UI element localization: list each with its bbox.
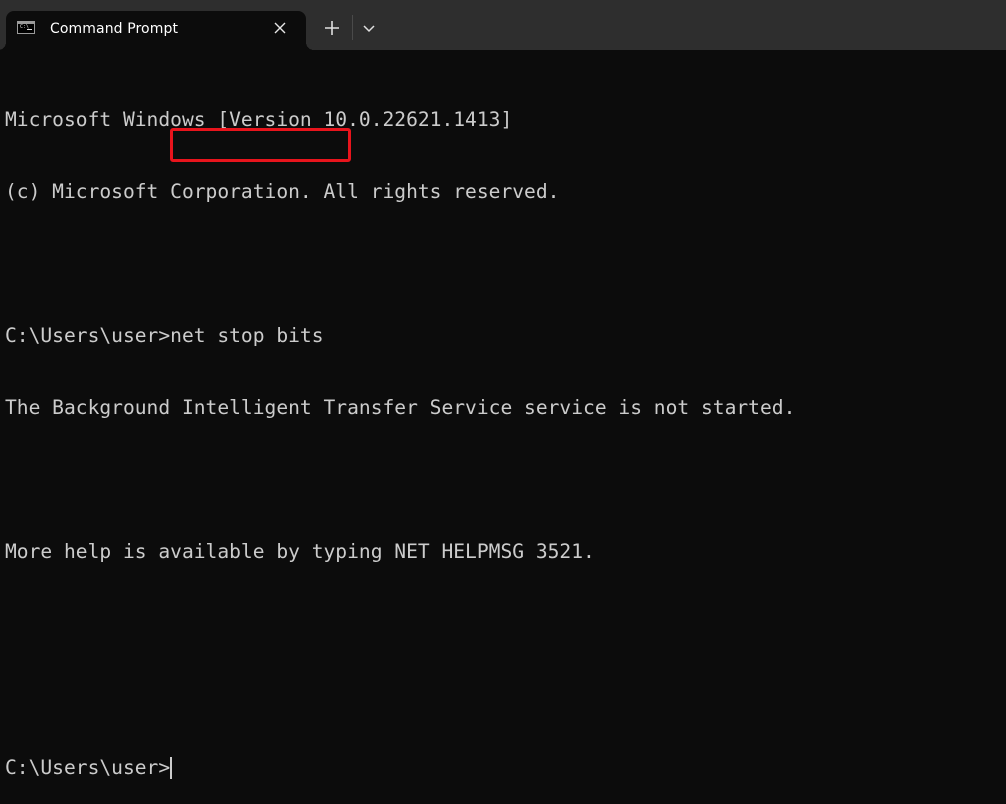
terminal-line: (c) Microsoft Corporation. All rights re… <box>5 180 560 203</box>
prompt: C:\Users\user> <box>5 324 171 347</box>
title-bar: C:\ Command Prompt <box>0 0 1006 50</box>
chevron-down-icon <box>363 25 375 33</box>
prompt: C:\Users\user> <box>5 756 171 779</box>
input-line[interactable]: C:\Users\user> <box>5 756 1006 780</box>
command-line: C:\Users\user>net stop bits <box>5 324 1006 348</box>
tab-command-prompt[interactable]: C:\ Command Prompt <box>0 11 314 50</box>
close-icon <box>274 22 286 34</box>
divider <box>352 15 353 40</box>
tab-dropdown-button[interactable] <box>360 20 378 36</box>
plus-icon <box>325 21 339 35</box>
new-tab-button[interactable] <box>322 18 342 38</box>
terminal-line: Microsoft Windows [Version 10.0.22621.14… <box>5 108 513 131</box>
command-text: net stop bits <box>170 324 324 347</box>
terminal-line: The Background Intelligent Transfer Serv… <box>5 396 796 419</box>
command-prompt-icon: C:\ <box>17 21 35 34</box>
close-tab-button[interactable] <box>272 20 288 36</box>
terminal-line: More help is available by typing NET HEL… <box>5 540 595 563</box>
text-cursor <box>170 757 173 779</box>
tab-title: Command Prompt <box>50 21 179 37</box>
terminal-output[interactable]: Microsoft Windows [Version 10.0.22621.14… <box>5 60 1006 779</box>
